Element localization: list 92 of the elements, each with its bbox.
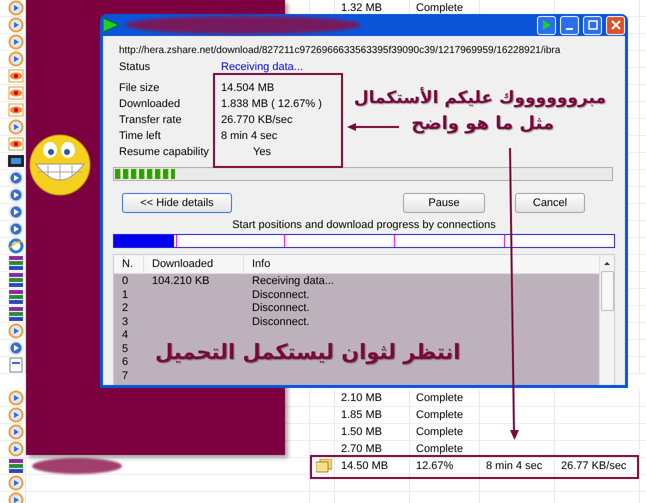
close-icon [610,20,620,30]
annotation-subline: مثل ما هو واضح [411,113,554,134]
connections-caption: Start positions and download progress by connections [231,219,497,232]
play-icon [8,492,24,503]
page-icon [8,357,24,373]
play-icon [8,204,24,220]
play-icon [8,170,24,186]
play-icon [8,0,24,16]
play-icon [8,51,24,67]
field-label: Transfer rate [119,113,182,128]
table-cell-text: 5 [121,342,130,356]
file-size: 1.50 MB [341,426,382,438]
file-size: 14.50 MB [341,460,388,472]
table-cell-text: Receiving data... [251,275,335,288]
download-status: Complete [416,442,464,454]
browser-icon [8,238,24,254]
cancel-button[interactable]: Cancel [515,193,585,213]
download-status: Complete [416,408,464,420]
column-header[interactable]: Downloaded [144,255,244,273]
pause-button[interactable]: Pause [403,193,485,213]
scrollbar[interactable] [599,255,614,385]
field-label: Resume capability [119,145,209,160]
table-cell-text: 0 [121,275,130,288]
table-cell-text: Disconnect. [251,302,310,316]
file-size: 2.10 MB [341,392,382,404]
resume-button[interactable] [537,16,556,34]
file-size: 2.70 MB [341,442,382,454]
play-icon [8,119,24,135]
table-cell-text: Disconnect. [251,316,310,329]
hide-details-button[interactable]: << Hide details [122,193,232,213]
table-cell-text: 6 [121,356,130,370]
scroll-up-icon [603,259,611,267]
archive-icon [8,458,24,474]
download-status: Complete [416,2,464,14]
archive-icon [8,289,24,305]
status-value: Receiving data... [221,60,303,75]
annotation-note: انتظر لثوان ليستكمل التحميل [155,340,460,364]
annotation-headline: مبرووووووك عليكم الأستكمال [354,88,606,108]
maximize-button[interactable] [583,16,602,34]
table-cell-text: 1 [121,288,130,302]
folder-icon [316,458,332,472]
field-value: 1.838 MB ( 12.67% ) [221,97,322,112]
time-left: 8 min 4 sec [486,460,542,472]
download-status: Complete [416,392,464,404]
field-value: 14.504 MB [221,81,274,96]
download-status: Complete [416,426,464,438]
table-cell-text: 3 [121,316,130,329]
play-arrow-icon [103,18,119,32]
maximize-icon [588,20,598,30]
table-cell-text: 4 [121,329,130,342]
play-icon [8,390,24,406]
play-icon [8,340,24,356]
grinning-smiley-drawing [28,134,92,196]
field-label: Time left [119,129,161,144]
field-label: File size [119,81,160,96]
download-percent: 12.67% [416,460,454,472]
archive-icon [8,272,24,288]
eye-icon [8,68,24,84]
play-icon [8,323,24,339]
film-icon [8,153,24,169]
pointer-arrow [347,123,399,131]
play-icon [8,34,24,50]
field-label: Downloaded [119,97,180,112]
play-icon [8,424,24,440]
play-icon [8,17,24,33]
close-button[interactable] [606,16,625,34]
table-cell-text: Disconnect. [251,288,310,302]
play-icon [8,406,24,422]
file-size: 1.85 MB [341,408,382,420]
play-icon [8,187,24,203]
column-header[interactable]: N. [114,255,144,273]
eye-icon [8,85,24,101]
archive-icon [8,255,24,271]
field-value: Yes [252,145,271,160]
transfer-rate: 26.77 KB/sec [561,460,626,472]
play-icon [8,221,24,237]
archive-icon [8,306,24,322]
minimize-button[interactable] [560,16,579,34]
file-size: 1.32 MB [341,2,382,14]
play-icon [8,440,24,456]
play-icon [8,474,24,490]
field-label: Status [119,60,150,75]
table-cell-text: 104.210 KB [151,275,210,288]
field-value: 26.770 KB/sec [221,113,293,128]
table-cell-text: 7 [121,370,130,383]
download-url: http://hera.zshare.net/download/827211c9726966633563395f39090c39/1217969959/16228921/ibra [119,44,562,58]
minimize-icon [566,28,573,30]
eye-icon [8,102,24,118]
eye-icon [8,136,24,152]
field-value: 8 min 4 sec [221,129,278,144]
table-cell-text: 2 [121,302,130,316]
play-icon [542,20,552,30]
